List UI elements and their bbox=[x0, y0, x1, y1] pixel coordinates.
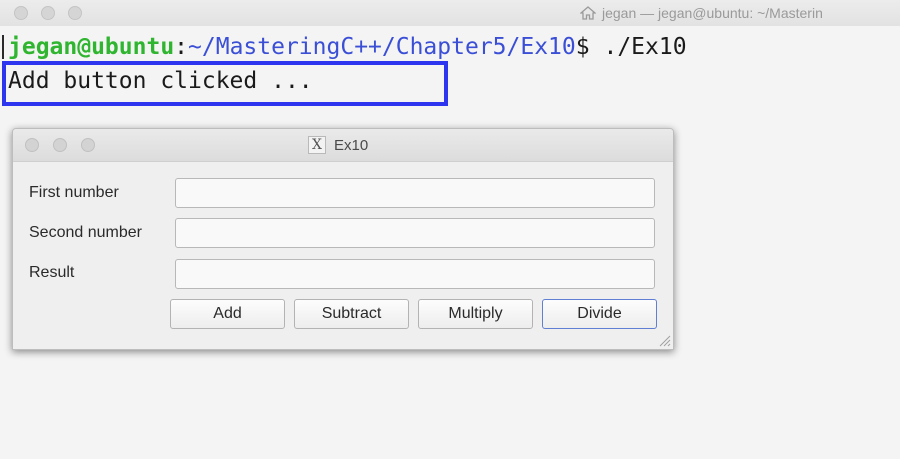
ex10-close-button[interactable] bbox=[25, 138, 39, 152]
subtract-button[interactable]: Subtract bbox=[294, 299, 409, 329]
ex10-titlebar: X Ex10 bbox=[13, 129, 673, 162]
multiply-button[interactable]: Multiply bbox=[418, 299, 533, 329]
zoom-window-button[interactable] bbox=[68, 6, 82, 20]
resize-grip-icon[interactable] bbox=[657, 333, 671, 347]
ex10-window: X Ex10 First number Second number Result… bbox=[12, 128, 674, 350]
second-number-input[interactable] bbox=[175, 218, 655, 248]
prompt-symbol: $ bbox=[575, 34, 590, 60]
terminal-titlebar: jegan — jegan@ubuntu: ~/Masterin bbox=[0, 0, 900, 27]
prompt-command: ./Ex10 bbox=[589, 34, 687, 60]
result-label: Result bbox=[29, 264, 75, 281]
x11-icon: X bbox=[308, 136, 326, 154]
ex10-title: X Ex10 bbox=[308, 136, 368, 154]
ex10-zoom-button[interactable] bbox=[81, 138, 95, 152]
first-number-label: First number bbox=[29, 184, 119, 201]
result-input[interactable] bbox=[175, 259, 655, 289]
close-window-button[interactable] bbox=[14, 6, 28, 20]
first-number-input[interactable] bbox=[175, 178, 655, 208]
prompt-colon: : bbox=[174, 34, 189, 60]
terminal-prompt-line: jegan@ubuntu:~/MasteringC++/Chapter5/Ex1… bbox=[8, 33, 687, 61]
text-cursor bbox=[2, 35, 4, 59]
prompt-path: ~/MasteringC++/Chapter5/Ex10 bbox=[188, 34, 576, 60]
output-highlight-box bbox=[2, 61, 448, 106]
terminal-title-text: jegan — jegan@ubuntu: ~/Masterin bbox=[602, 5, 823, 21]
divide-button[interactable]: Divide bbox=[542, 299, 657, 329]
second-number-label: Second number bbox=[29, 224, 142, 241]
terminal-title: jegan — jegan@ubuntu: ~/Masterin bbox=[580, 5, 823, 21]
ex10-minimize-button[interactable] bbox=[53, 138, 67, 152]
add-button[interactable]: Add bbox=[170, 299, 285, 329]
prompt-user-host: jegan@ubuntu bbox=[8, 34, 175, 60]
ex10-title-text: Ex10 bbox=[334, 136, 369, 154]
minimize-window-button[interactable] bbox=[41, 6, 55, 20]
home-icon bbox=[580, 6, 596, 20]
